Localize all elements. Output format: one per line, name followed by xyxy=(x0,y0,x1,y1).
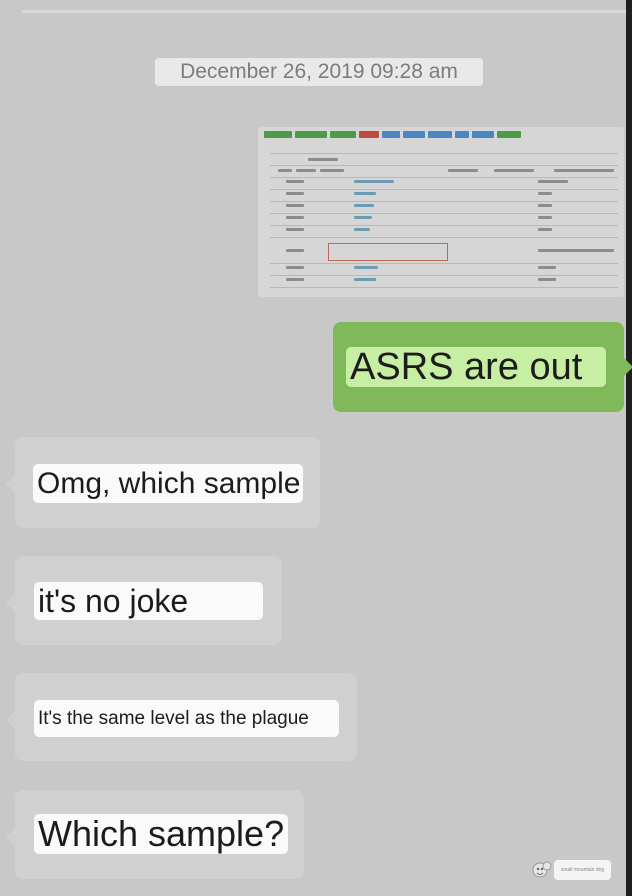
watermark: small mountain dog xyxy=(530,858,612,882)
dog-logo-icon xyxy=(532,861,552,878)
outgoing-message-text: ASRS are out xyxy=(346,347,606,387)
message-timestamp: December 26, 2019 09:28 am xyxy=(155,58,483,86)
incoming-message-text: Omg, which sample xyxy=(33,464,303,503)
spreadsheet-screenshot-image[interactable] xyxy=(258,127,624,297)
incoming-message-text: Which sample? xyxy=(34,814,288,854)
window-edge xyxy=(626,0,632,896)
screenshot-toolbar xyxy=(264,131,521,138)
top-divider xyxy=(22,10,626,13)
watermark-text: small mountain dog xyxy=(554,860,611,880)
incoming-message-text: it's no joke xyxy=(34,582,263,620)
highlighted-row xyxy=(328,243,448,261)
incoming-message-text: It's the same level as the plague xyxy=(34,700,339,737)
